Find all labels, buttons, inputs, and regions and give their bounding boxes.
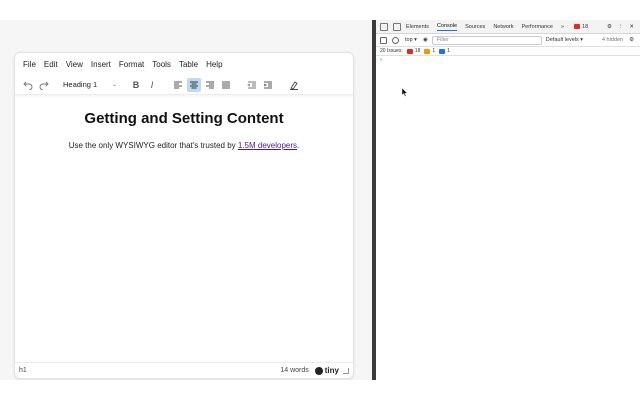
page-background: File Edit View Insert Format Tools Table… [0, 20, 372, 380]
developers-link[interactable]: 1.5M developers [238, 141, 297, 150]
statusbar: h1 14 words tiny [15, 362, 353, 378]
indent-button[interactable] [261, 78, 275, 92]
hidden-count: 4 hidden [601, 37, 624, 43]
menu-format[interactable]: Format [119, 60, 144, 69]
element-path[interactable]: h1 [19, 367, 27, 374]
context-select[interactable]: top ▾ [405, 37, 417, 43]
align-center-button[interactable] [187, 77, 201, 92]
issues-warnings: 1 [424, 48, 435, 54]
undo-icon [23, 81, 33, 90]
tiny-logo[interactable]: tiny [314, 366, 339, 375]
console-toolbar: top ▾ ◉ Filter Default levels ▾ 4 hidden… [376, 34, 640, 47]
bottom-strip [0, 380, 640, 400]
chevron-down-icon: ⌄ [111, 82, 117, 88]
outdent-icon [247, 81, 256, 88]
toolbar: Heading 1 ⌄ B I [15, 75, 353, 95]
inspect-element-icon[interactable] [380, 22, 388, 31]
block-format-label: Heading 1 [63, 80, 98, 89]
menu-tools[interactable]: Tools [152, 60, 171, 69]
menu-table[interactable]: Table [179, 60, 198, 69]
console-prompt[interactable]: › [380, 57, 382, 63]
devtools-actions: ⚙ ⋮ ✕ [601, 24, 640, 30]
tab-performance[interactable]: Performance [521, 24, 553, 30]
bold-button[interactable]: B [129, 78, 143, 92]
align-right-icon [206, 81, 214, 88]
tab-sources[interactable]: Sources [465, 24, 485, 30]
editor-content[interactable]: Getting and Setting Content Use the only… [15, 95, 353, 365]
tab-network[interactable]: Network [493, 24, 513, 30]
clear-formatting-button[interactable] [287, 78, 301, 92]
error-count-badge[interactable]: 18 [574, 24, 588, 30]
document-paragraph[interactable]: Use the only WYSIWYG editor that's trust… [15, 141, 353, 150]
close-icon[interactable]: ✕ [629, 24, 634, 30]
align-left-icon [174, 81, 182, 88]
resize-handle-icon[interactable] [343, 367, 349, 374]
gear-icon[interactable]: ⚙ [607, 24, 612, 30]
issues-info-count: 1 [447, 48, 450, 54]
tab-elements[interactable]: Elements [406, 24, 429, 30]
tinymce-editor: File Edit View Insert Format Tools Table… [14, 52, 354, 379]
top-strip [0, 0, 640, 20]
issues-info: 1 [439, 48, 450, 54]
more-tabs-button[interactable]: » [561, 24, 564, 30]
error-count: 18 [582, 23, 589, 30]
align-justify-button[interactable] [219, 78, 233, 92]
redo-icon [39, 81, 49, 90]
tiny-logo-icon [314, 366, 323, 375]
console-settings-gear-icon[interactable]: ⚙ [629, 37, 634, 43]
menu-insert[interactable]: Insert [91, 60, 111, 69]
console-output[interactable]: › [376, 56, 640, 376]
align-right-button[interactable] [203, 78, 217, 92]
mouse-pointer-icon [402, 88, 408, 97]
undo-button[interactable] [21, 78, 35, 92]
issues-bar[interactable]: 20 Issues: 18 1 1 [376, 47, 640, 56]
clear-console-icon[interactable] [392, 36, 399, 44]
eraser-icon [290, 80, 298, 90]
indent-icon [263, 81, 272, 88]
tiny-logo-text: tiny [324, 366, 339, 375]
menu-file[interactable]: File [23, 60, 36, 69]
word-count[interactable]: 14 words [280, 367, 308, 374]
align-justify-icon [222, 81, 230, 88]
menu-edit[interactable]: Edit [44, 60, 58, 69]
issues-warnings-count: 1 [432, 48, 436, 54]
align-center-icon [190, 81, 198, 88]
tab-console[interactable]: Console [436, 23, 458, 31]
error-icon [574, 24, 581, 29]
context-label: top [405, 37, 413, 43]
eye-icon[interactable]: ◉ [423, 37, 428, 43]
menu-view[interactable]: View [66, 60, 83, 69]
kebab-menu-icon[interactable]: ⋮ [618, 24, 624, 30]
menubar: File Edit View Insert Format Tools Table… [15, 53, 353, 75]
log-levels-select[interactable]: Default levels ▾ [546, 37, 583, 43]
redo-button[interactable] [37, 78, 51, 92]
block-format-select[interactable]: Heading 1 ⌄ [57, 78, 121, 92]
issues-errors: 18 [406, 48, 421, 54]
paragraph-text: Use the only WYSIWYG editor that's trust… [68, 141, 238, 150]
warning-icon [424, 48, 431, 54]
menu-help[interactable]: Help [206, 60, 222, 69]
document-heading[interactable]: Getting and Setting Content [15, 110, 353, 127]
device-toolbar-icon[interactable] [393, 22, 401, 31]
devtools-panel: Elements Console Sources Network Perform… [376, 20, 640, 380]
issues-label: 20 Issues: [380, 48, 403, 54]
outdent-button[interactable] [245, 78, 259, 92]
console-filter-input[interactable]: Filter [431, 35, 542, 45]
error-icon [406, 48, 413, 54]
devtools-tabbar: Elements Console Sources Network Perform… [376, 20, 640, 34]
info-icon [439, 48, 446, 54]
italic-button[interactable]: I [145, 78, 159, 92]
align-left-button[interactable] [171, 78, 185, 92]
issues-errors-count: 18 [414, 48, 421, 54]
sidebar-toggle-icon[interactable] [380, 36, 387, 44]
paragraph-suffix: . [297, 141, 300, 150]
